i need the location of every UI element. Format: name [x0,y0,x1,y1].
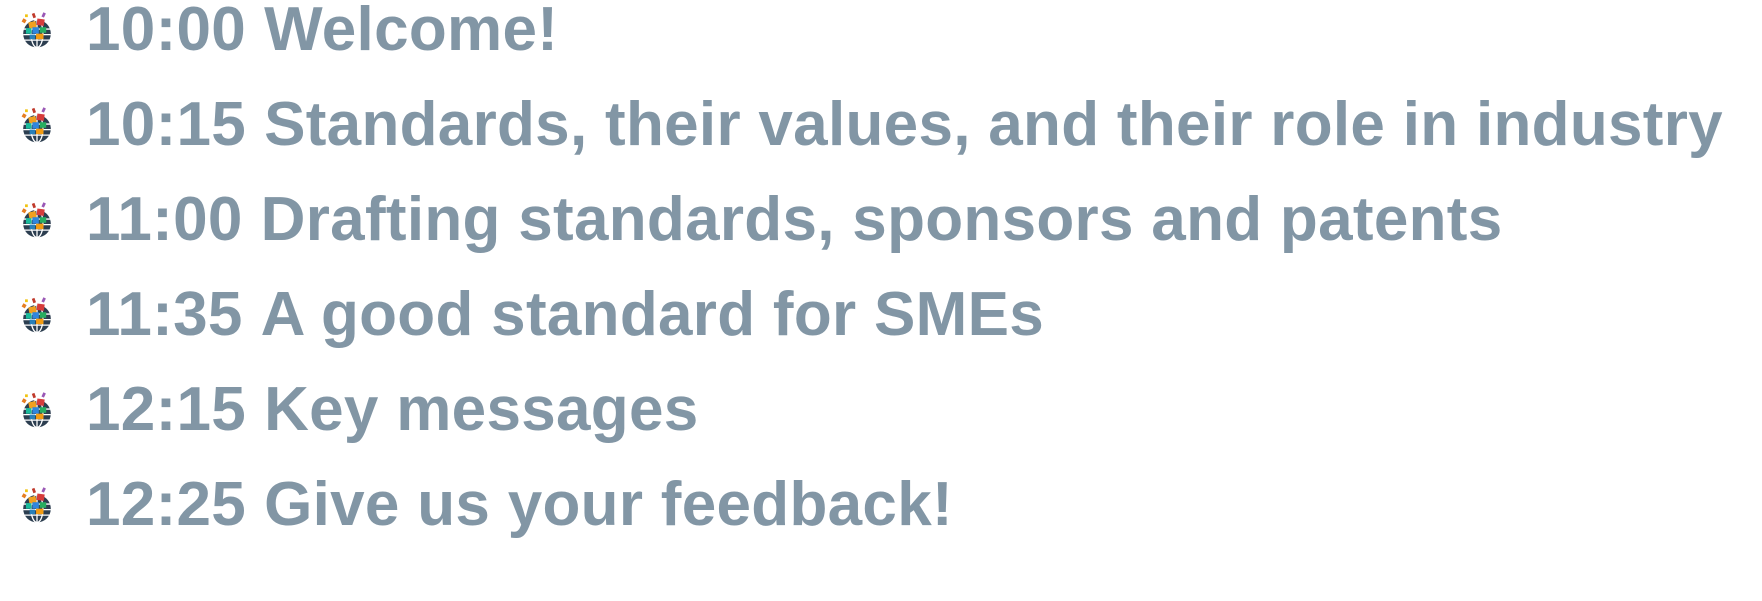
globe-flags-icon [14,197,60,243]
agenda-item: 12:15 Key messages [14,370,699,450]
agenda-item: 10:00 Welcome! [14,0,558,70]
agenda-title: Drafting standards, sponsors and patents [260,185,1503,254]
agenda-time: 10:00 [86,0,247,64]
agenda-time: 11:35 [86,280,243,349]
agenda-item: 11:00 Drafting standards, sponsors and pa… [14,180,1503,260]
agenda-title: Give us your feedback! [264,470,953,539]
agenda-item-text: 12:25 Give us your feedback! [86,474,953,536]
globe-flags-icon [14,292,60,338]
agenda-item-text: 11:00 Drafting standards, sponsors and pa… [86,189,1503,251]
agenda-time: 12:15 [86,375,247,444]
agenda-title: A good standard for SMEs [260,280,1045,349]
agenda-item-text: 10:00 Welcome! [86,0,558,61]
agenda-item: 11:35 A good standard for SMEs [14,275,1044,355]
agenda-title: Welcome! [264,0,559,64]
agenda-time: 12:25 [86,470,247,539]
agenda-item-text: 11:35 A good standard for SMEs [86,284,1044,346]
globe-flags-icon [14,387,60,433]
agenda-item: 12:25 Give us your feedback! [14,465,953,545]
agenda-time: 10:15 [86,90,247,159]
agenda-item-text: 10:15 Standards, their values, and their … [86,94,1723,156]
agenda-item-text: 12:15 Key messages [86,379,699,441]
agenda-item: 10:15 Standards, their values, and their … [14,85,1723,165]
agenda-title: Standards, their values, and their role … [264,90,1723,159]
globe-flags-icon [14,482,60,528]
agenda-title: Key messages [264,375,699,444]
agenda-time: 11:00 [86,185,243,254]
globe-flags-icon [14,7,60,53]
globe-flags-icon [14,102,60,148]
